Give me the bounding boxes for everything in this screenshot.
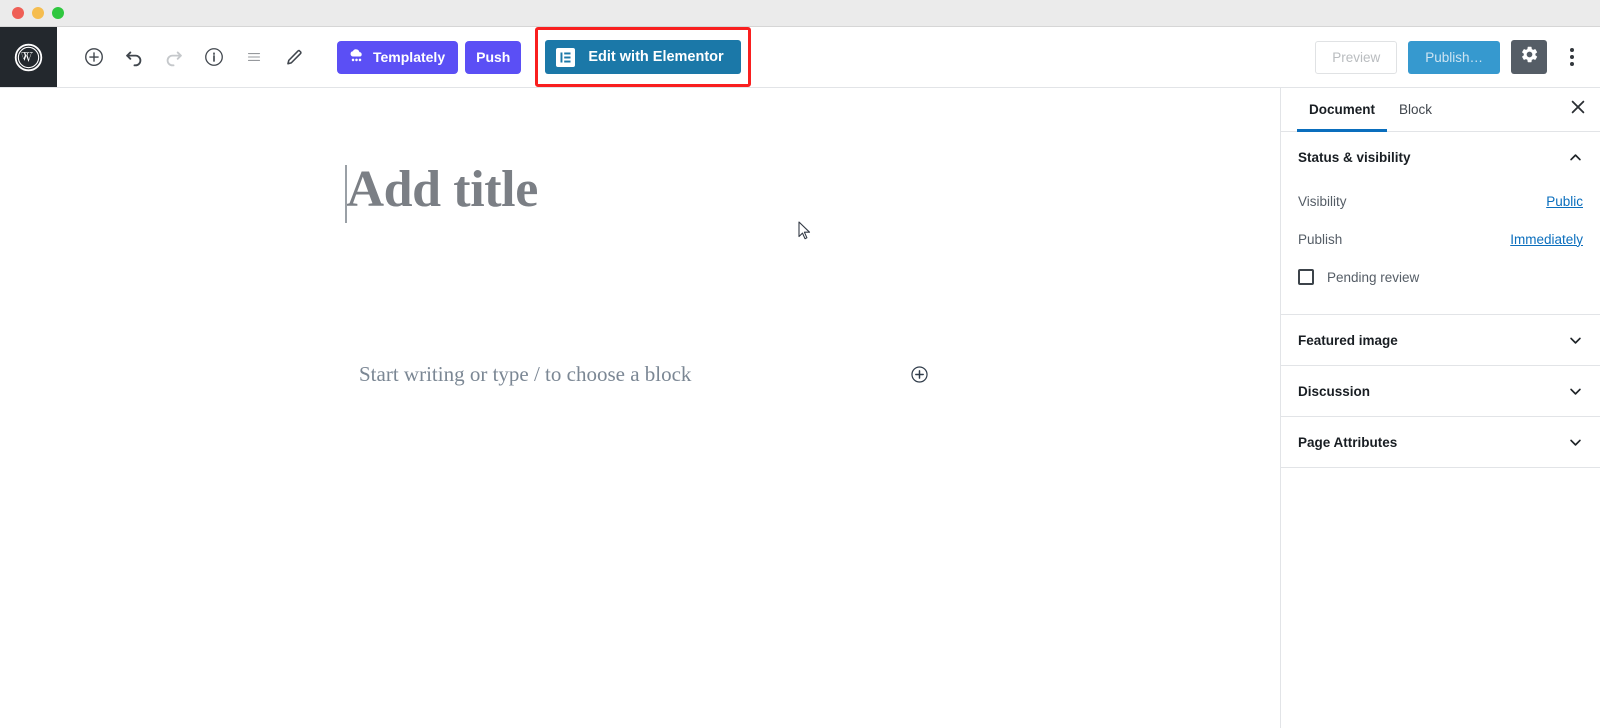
tab-document[interactable]: Document <box>1297 88 1388 132</box>
row-publish: Publish Immediately <box>1298 220 1583 258</box>
window-close-button[interactable] <box>12 7 24 19</box>
templately-cloud-icon <box>347 46 366 68</box>
window-maximize-button[interactable] <box>52 7 64 19</box>
edit-with-elementor-button[interactable]: Edit with Elementor <box>545 40 741 74</box>
panel-page-attributes: Page Attributes <box>1281 417 1600 468</box>
post-title-field[interactable]: Add title <box>345 160 538 223</box>
close-icon <box>1570 99 1586 120</box>
pending-review-checkbox[interactable] <box>1298 269 1314 285</box>
panel-status-visibility-title: Status & visibility <box>1298 149 1411 165</box>
preview-button[interactable]: Preview <box>1315 40 1398 74</box>
list-view-icon[interactable] <box>235 38 273 76</box>
publish-button[interactable]: Publish… <box>1408 40 1500 74</box>
editor-header: Templately Push Edit with Elementor Prev… <box>0 27 1600 88</box>
push-button[interactable]: Push <box>465 40 522 74</box>
add-block-icon[interactable] <box>75 38 113 76</box>
chevron-down-icon <box>1567 332 1584 349</box>
panel-featured-image: Featured image <box>1281 315 1600 366</box>
templately-button[interactable]: Templately <box>337 40 459 74</box>
wordpress-logo-icon <box>14 43 43 72</box>
more-options-button[interactable] <box>1558 40 1586 74</box>
plugin-buttons-group: Templately Push <box>337 27 522 87</box>
chevron-down-icon <box>1567 383 1584 400</box>
push-button-label: Push <box>476 49 511 65</box>
panel-status-visibility: Status & visibility Visibility Public Pu… <box>1281 132 1600 315</box>
elementor-logo-icon <box>556 47 576 67</box>
window-titlebar <box>0 0 1600 27</box>
panel-status-visibility-body: Visibility Public Publish Immediately Pe… <box>1281 182 1600 314</box>
row-publish-label: Publish <box>1298 231 1343 247</box>
panel-status-visibility-header[interactable]: Status & visibility <box>1281 132 1600 182</box>
editor-canvas[interactable]: Add title Start writing or type / to cho… <box>0 88 1280 728</box>
templately-button-label: Templately <box>373 49 446 65</box>
kebab-menu-icon <box>1570 45 1574 69</box>
block-placeholder-text[interactable]: Start writing or type / to choose a bloc… <box>359 362 691 387</box>
panel-page-attributes-header[interactable]: Page Attributes <box>1281 417 1600 467</box>
window-minimize-button[interactable] <box>32 7 44 19</box>
panel-discussion: Discussion <box>1281 366 1600 417</box>
row-publish-value[interactable]: Immediately <box>1510 232 1583 247</box>
row-visibility-label: Visibility <box>1298 193 1347 209</box>
pending-review-label: Pending review <box>1327 269 1420 285</box>
elementor-highlight-box: Edit with Elementor <box>535 27 751 87</box>
panel-featured-image-header[interactable]: Featured image <box>1281 315 1600 365</box>
tab-block[interactable]: Block <box>1387 88 1444 131</box>
panel-page-attributes-title: Page Attributes <box>1298 434 1398 450</box>
mouse-cursor-icon <box>798 221 812 246</box>
panel-discussion-title: Discussion <box>1298 383 1371 399</box>
block-inserter-icon[interactable] <box>907 363 931 387</box>
panel-discussion-header[interactable]: Discussion <box>1281 366 1600 416</box>
row-visibility: Visibility Public <box>1298 182 1583 220</box>
publish-button-label: Publish… <box>1425 49 1483 65</box>
tab-document-label: Document <box>1309 102 1376 117</box>
chevron-up-icon <box>1567 149 1584 166</box>
tab-block-label: Block <box>1399 102 1433 117</box>
editor-body: Add title Start writing or type / to cho… <box>0 88 1600 728</box>
wordpress-logo-button[interactable] <box>0 27 57 87</box>
sidebar-tab-bar: Document Block <box>1281 88 1600 132</box>
pending-review-row[interactable]: Pending review <box>1298 258 1583 296</box>
panel-featured-image-title: Featured image <box>1298 332 1398 348</box>
chevron-down-icon <box>1567 434 1584 451</box>
default-block-row: Start writing or type / to choose a bloc… <box>359 362 931 387</box>
close-sidebar-button[interactable] <box>1556 88 1600 131</box>
gear-icon <box>1520 45 1539 69</box>
row-visibility-value[interactable]: Public <box>1546 194 1583 209</box>
editor-toolbar-right: Preview Publish… <box>1315 27 1600 87</box>
settings-sidebar: Document Block Status & visibility Visib… <box>1280 88 1600 728</box>
edit-with-elementor-label: Edit with Elementor <box>588 49 724 65</box>
post-title-placeholder: Add title <box>346 161 539 218</box>
settings-button[interactable] <box>1511 40 1547 74</box>
editor-toolbar-left <box>57 27 313 87</box>
redo-icon <box>155 38 193 76</box>
preview-button-label: Preview <box>1332 49 1381 65</box>
pencil-icon[interactable] <box>275 38 313 76</box>
undo-icon[interactable] <box>115 38 153 76</box>
info-icon[interactable] <box>195 38 233 76</box>
